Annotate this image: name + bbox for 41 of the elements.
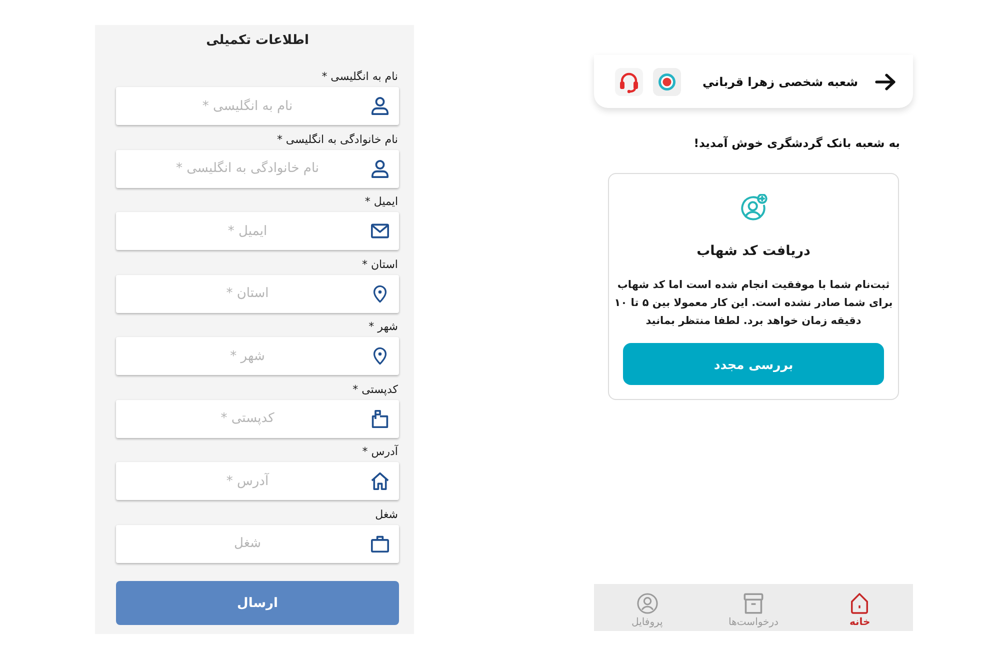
field-label: آدرس * (361, 444, 398, 460)
form-title: اطلاعات تکمیلی (206, 32, 309, 50)
user-circle-icon (636, 593, 658, 614)
field-label: نام به انگلیسی * (320, 69, 398, 85)
nav-tab[interactable]: درخواست‌ها (700, 584, 807, 631)
arrow-icon[interactable] (875, 72, 896, 90)
retry-button[interactable]: بررسی مجدد (623, 343, 884, 385)
record-icon[interactable] (653, 68, 681, 96)
card-title: دریافت کد شهاب (696, 242, 810, 261)
location-pin-icon (371, 284, 389, 302)
briefcase-icon (371, 534, 389, 552)
person-icon (371, 160, 389, 178)
input-field[interactable]: نام به انگلیسی * (116, 87, 399, 125)
input-field[interactable]: استان * (116, 274, 399, 312)
input-field[interactable]: کدپستی * (116, 400, 399, 438)
input-field[interactable]: نام خانوادگی به انگلیسی * (116, 150, 399, 188)
home-icon (849, 593, 870, 614)
field-label: شغل (374, 506, 398, 522)
field-label: استان * (360, 256, 398, 272)
home-icon (371, 472, 389, 490)
mailbox-icon (371, 410, 389, 428)
submit-button[interactable]: ارسال (116, 581, 399, 625)
welcome-text: به شعبه بانک گردشگری خوش آمدید! (694, 135, 900, 152)
field-label: ایمیل * (364, 194, 398, 210)
header-title: شعبه شخصی زهرا قرباني (702, 74, 858, 88)
archive-box-icon (743, 593, 764, 614)
input-field[interactable]: ایمیل * (116, 212, 399, 250)
input-field[interactable]: آدرس * (116, 462, 399, 500)
envelope-icon (371, 222, 389, 240)
input-field[interactable]: شغل (116, 524, 399, 562)
field-label: شهر * (368, 319, 398, 335)
field-label: کدپستی * (352, 382, 398, 398)
person-icon (371, 97, 389, 115)
user-add-icon (740, 194, 768, 222)
nav-tab[interactable]: پروفایل (594, 584, 700, 631)
input-field[interactable]: شهر * (116, 337, 399, 375)
card-message: ثبت‌نام شما با موفقیت انجام شده است اما کد شهاب برای شما صادر نشده است. این کار معمولا بین ۵ تا ۱۰ دقیقه زمان خواهد برد. لطفا منتظر بمانید (613, 278, 894, 329)
nav-tab[interactable]: خانه (806, 584, 913, 631)
location-pin-icon (371, 347, 389, 365)
field-label: نام خانوادگی به انگلیسی * (276, 132, 398, 148)
headset-icon[interactable] (615, 68, 643, 96)
